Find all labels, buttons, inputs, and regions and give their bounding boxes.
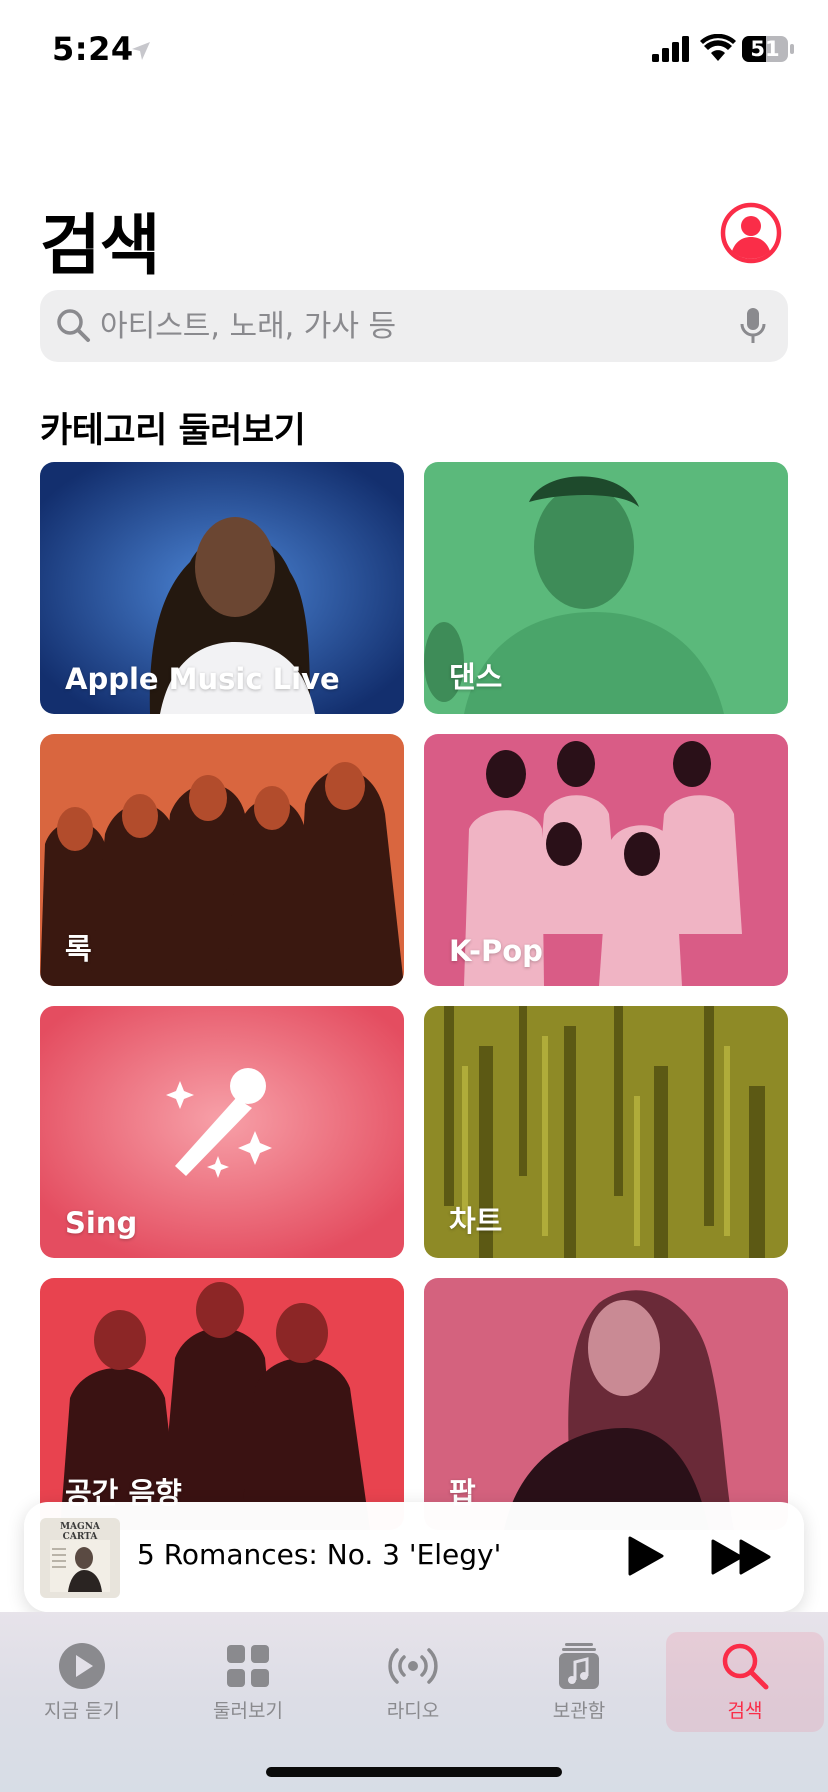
mini-player[interactable]: MAGNA CARTA 5 Romances: No. 3 'Elegy'	[24, 1502, 804, 1612]
album-art-image	[50, 1540, 110, 1592]
category-tile-rock[interactable]: 록	[40, 734, 404, 986]
tab-library[interactable]: 보관함	[504, 1632, 654, 1732]
location-arrow-icon	[132, 42, 150, 60]
category-label: Apple Music Live	[65, 662, 340, 696]
category-label: Sing	[65, 1206, 138, 1240]
tab-label: 둘러보기	[213, 1700, 283, 1722]
radio-broadcast-icon	[388, 1648, 438, 1684]
search-icon	[57, 309, 90, 342]
category-label: 차트	[449, 1204, 503, 1238]
section-title: 카테고리 둘러보기	[40, 411, 306, 451]
tab-search[interactable]: 검색	[666, 1632, 824, 1732]
tile-artwork	[40, 734, 404, 986]
category-tile-sing[interactable]: Sing	[40, 1006, 404, 1258]
tab-bar: 지금 듣기 둘러보기 라디오 보관함 검색	[0, 1612, 828, 1792]
play-circle-icon	[59, 1643, 105, 1689]
fast-forward-icon[interactable]	[710, 1538, 774, 1576]
person-circle-icon[interactable]	[720, 202, 782, 264]
play-icon[interactable]	[622, 1534, 666, 1578]
search-field[interactable]	[40, 290, 788, 362]
category-tile-kpop[interactable]: K-Pop	[424, 734, 788, 986]
album-art[interactable]: MAGNA CARTA	[40, 1518, 120, 1598]
category-tile-pop[interactable]: 팝	[424, 1278, 788, 1530]
tab-label: 보관함	[552, 1700, 606, 1722]
music-library-icon	[559, 1643, 599, 1689]
tab-label: 지금 듣기	[44, 1700, 120, 1722]
search-input[interactable]	[100, 290, 700, 362]
page-title: 검색	[40, 207, 160, 284]
tab-listen-now[interactable]: 지금 듣기	[7, 1632, 157, 1732]
status-bar: 5:24 51	[0, 0, 828, 100]
category-tile-spatial-audio[interactable]: 공간 음향	[40, 1278, 404, 1530]
grid-icon	[227, 1645, 269, 1687]
category-label: 댄스	[449, 660, 503, 694]
track-title: 5 Romances: No. 3 'Elegy'	[137, 1538, 502, 1571]
tile-artwork	[424, 1278, 788, 1530]
category-tile-apple-music-live[interactable]: Apple Music Live	[40, 462, 404, 714]
battery-level: 51	[750, 37, 780, 61]
category-tile-charts[interactable]: 차트	[424, 1006, 788, 1258]
home-indicator[interactable]	[266, 1767, 562, 1777]
tab-browse[interactable]: 둘러보기	[173, 1632, 323, 1732]
category-tile-dance[interactable]: 댄스	[424, 462, 788, 714]
tab-label: 라디오	[386, 1700, 440, 1722]
tab-label: 검색	[727, 1700, 763, 1722]
status-time: 5:24	[52, 30, 134, 68]
tab-radio[interactable]: 라디오	[338, 1632, 488, 1732]
wifi-icon	[700, 34, 736, 61]
category-label: 록	[65, 932, 92, 966]
cellular-signal-icon	[652, 36, 689, 62]
search-icon	[722, 1643, 769, 1690]
category-label: K-Pop	[449, 934, 543, 968]
microphone-icon[interactable]	[738, 306, 768, 346]
